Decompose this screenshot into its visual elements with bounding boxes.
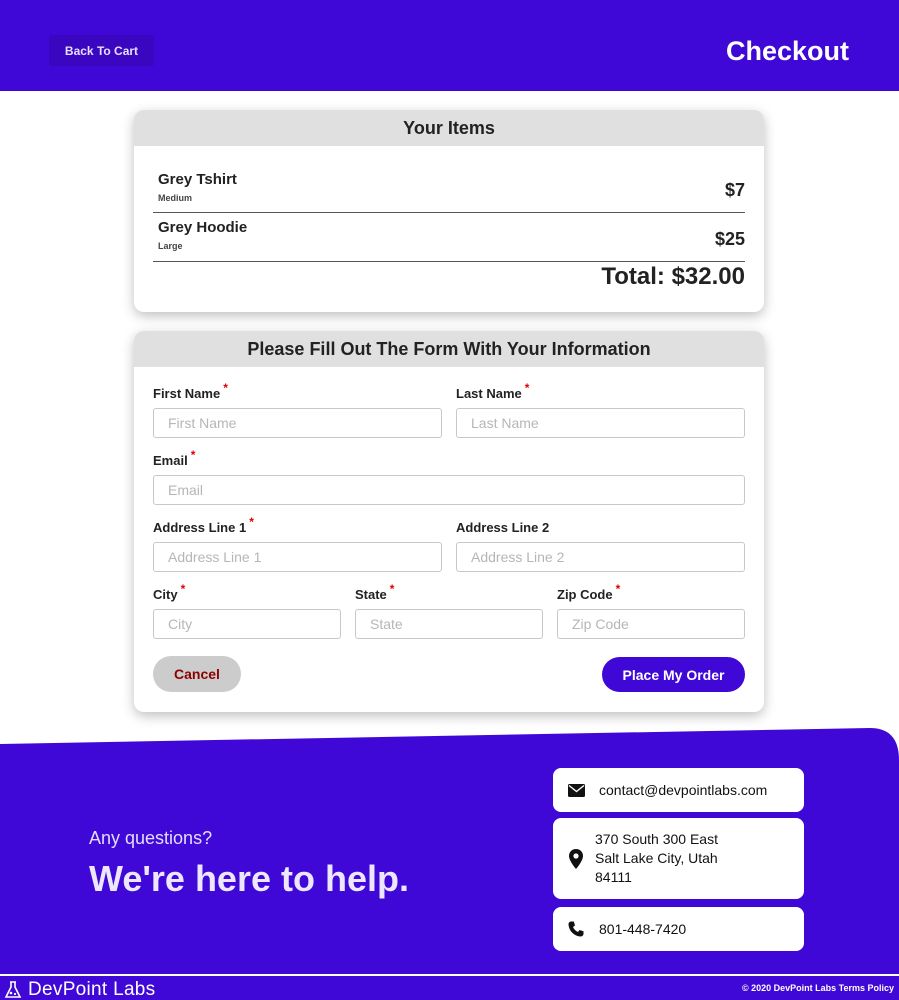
contact-phone[interactable]: 801-448-7420 bbox=[599, 921, 686, 937]
item-name: Grey Tshirt bbox=[158, 171, 237, 188]
required-marker: * bbox=[223, 381, 228, 395]
required-marker: * bbox=[180, 582, 186, 596]
address-line: 84111 bbox=[595, 869, 632, 885]
contact-email-card[interactable]: contact@devpointlabs.com bbox=[553, 768, 804, 812]
city-input[interactable] bbox=[153, 609, 341, 639]
state-label: State * bbox=[355, 582, 394, 602]
devpoint-logo-icon bbox=[4, 981, 22, 998]
cancel-button[interactable]: Cancel bbox=[153, 656, 241, 692]
state-label-text: State bbox=[355, 587, 387, 602]
required-marker: * bbox=[389, 582, 395, 596]
back-to-cart-button[interactable]: Back To Cart bbox=[49, 35, 154, 66]
required-marker: * bbox=[190, 448, 196, 462]
zip-code-input[interactable] bbox=[557, 609, 745, 639]
place-order-button[interactable]: Place My Order bbox=[602, 657, 745, 692]
address-line-1-input[interactable] bbox=[153, 542, 442, 572]
required-marker: * bbox=[249, 515, 254, 529]
item-size: Large bbox=[158, 241, 183, 251]
footer-question: Any questions? bbox=[89, 828, 213, 848]
phone-icon bbox=[553, 921, 599, 937]
zip-code-label: Zip Code * bbox=[557, 582, 620, 602]
footer-divider bbox=[0, 974, 899, 976]
first-name-label-text: First Name bbox=[153, 386, 221, 401]
items-card-title: Your Items bbox=[134, 110, 764, 146]
address-line-2-label-text: Address Line 2 bbox=[456, 520, 550, 535]
envelope-icon bbox=[553, 783, 599, 797]
state-input[interactable] bbox=[355, 609, 543, 639]
checkout-form-card: Please Fill Out The Form With Your Infor… bbox=[134, 331, 764, 712]
last-name-label: Last Name * bbox=[456, 381, 529, 401]
city-label-text: City bbox=[153, 587, 178, 602]
item-price: $7 bbox=[724, 180, 745, 200]
email-label-text: Email bbox=[153, 453, 188, 468]
email-label: Email * bbox=[153, 448, 195, 468]
email-input[interactable] bbox=[153, 475, 745, 505]
item-price: $25 bbox=[714, 229, 745, 249]
zip-code-label-text: Zip Code bbox=[557, 587, 613, 602]
map-pin-icon bbox=[553, 848, 599, 869]
contact-phone-card[interactable]: 801-448-7420 bbox=[553, 907, 804, 951]
first-name-label: First Name * bbox=[153, 381, 228, 401]
brand-logo[interactable]: DevPoint Labs bbox=[4, 979, 155, 1000]
item-name: Grey Hoodie bbox=[158, 219, 248, 236]
page-title: Checkout bbox=[725, 36, 849, 66]
cart-item-row: Grey Hoodie Large $25 bbox=[153, 213, 745, 262]
required-marker: * bbox=[615, 582, 621, 596]
contact-address: 370 South 300 East Salt Lake City, Utah … bbox=[595, 830, 718, 887]
brand-name: DevPoint Labs bbox=[28, 979, 156, 1000]
footer-tagline: We're here to help. bbox=[89, 858, 409, 899]
address-line-1-label-text: Address Line 1 bbox=[153, 520, 247, 535]
last-name-label-text: Last Name bbox=[456, 386, 522, 401]
form-title: Please Fill Out The Form With Your Infor… bbox=[134, 331, 764, 367]
address-line: 370 South 300 East bbox=[595, 831, 718, 847]
last-name-input[interactable] bbox=[456, 408, 745, 438]
contact-address-card: 370 South 300 East Salt Lake City, Utah … bbox=[553, 818, 804, 899]
first-name-input[interactable] bbox=[153, 408, 442, 438]
cart-item-row: Grey Tshirt Medium $7 bbox=[153, 166, 745, 213]
item-size: Medium bbox=[158, 193, 193, 203]
header-bar: Back To Cart Checkout bbox=[0, 0, 899, 91]
required-marker: * bbox=[524, 381, 530, 395]
contact-email[interactable]: contact@devpointlabs.com bbox=[599, 782, 767, 798]
copyright-text: © 2020 DevPoint Labs Terms Policy bbox=[741, 983, 894, 993]
address-line-1-label: Address Line 1 * bbox=[153, 515, 254, 535]
city-label: City * bbox=[153, 582, 185, 602]
address-line-2-input[interactable] bbox=[456, 542, 745, 572]
order-total: Total: $32.00 bbox=[601, 263, 745, 290]
address-line: Salt Lake City, Utah bbox=[595, 850, 718, 866]
items-card: Your Items Grey Tshirt Medium $7 Grey Ho… bbox=[134, 110, 764, 312]
address-line-2-label: Address Line 2 bbox=[456, 520, 549, 535]
